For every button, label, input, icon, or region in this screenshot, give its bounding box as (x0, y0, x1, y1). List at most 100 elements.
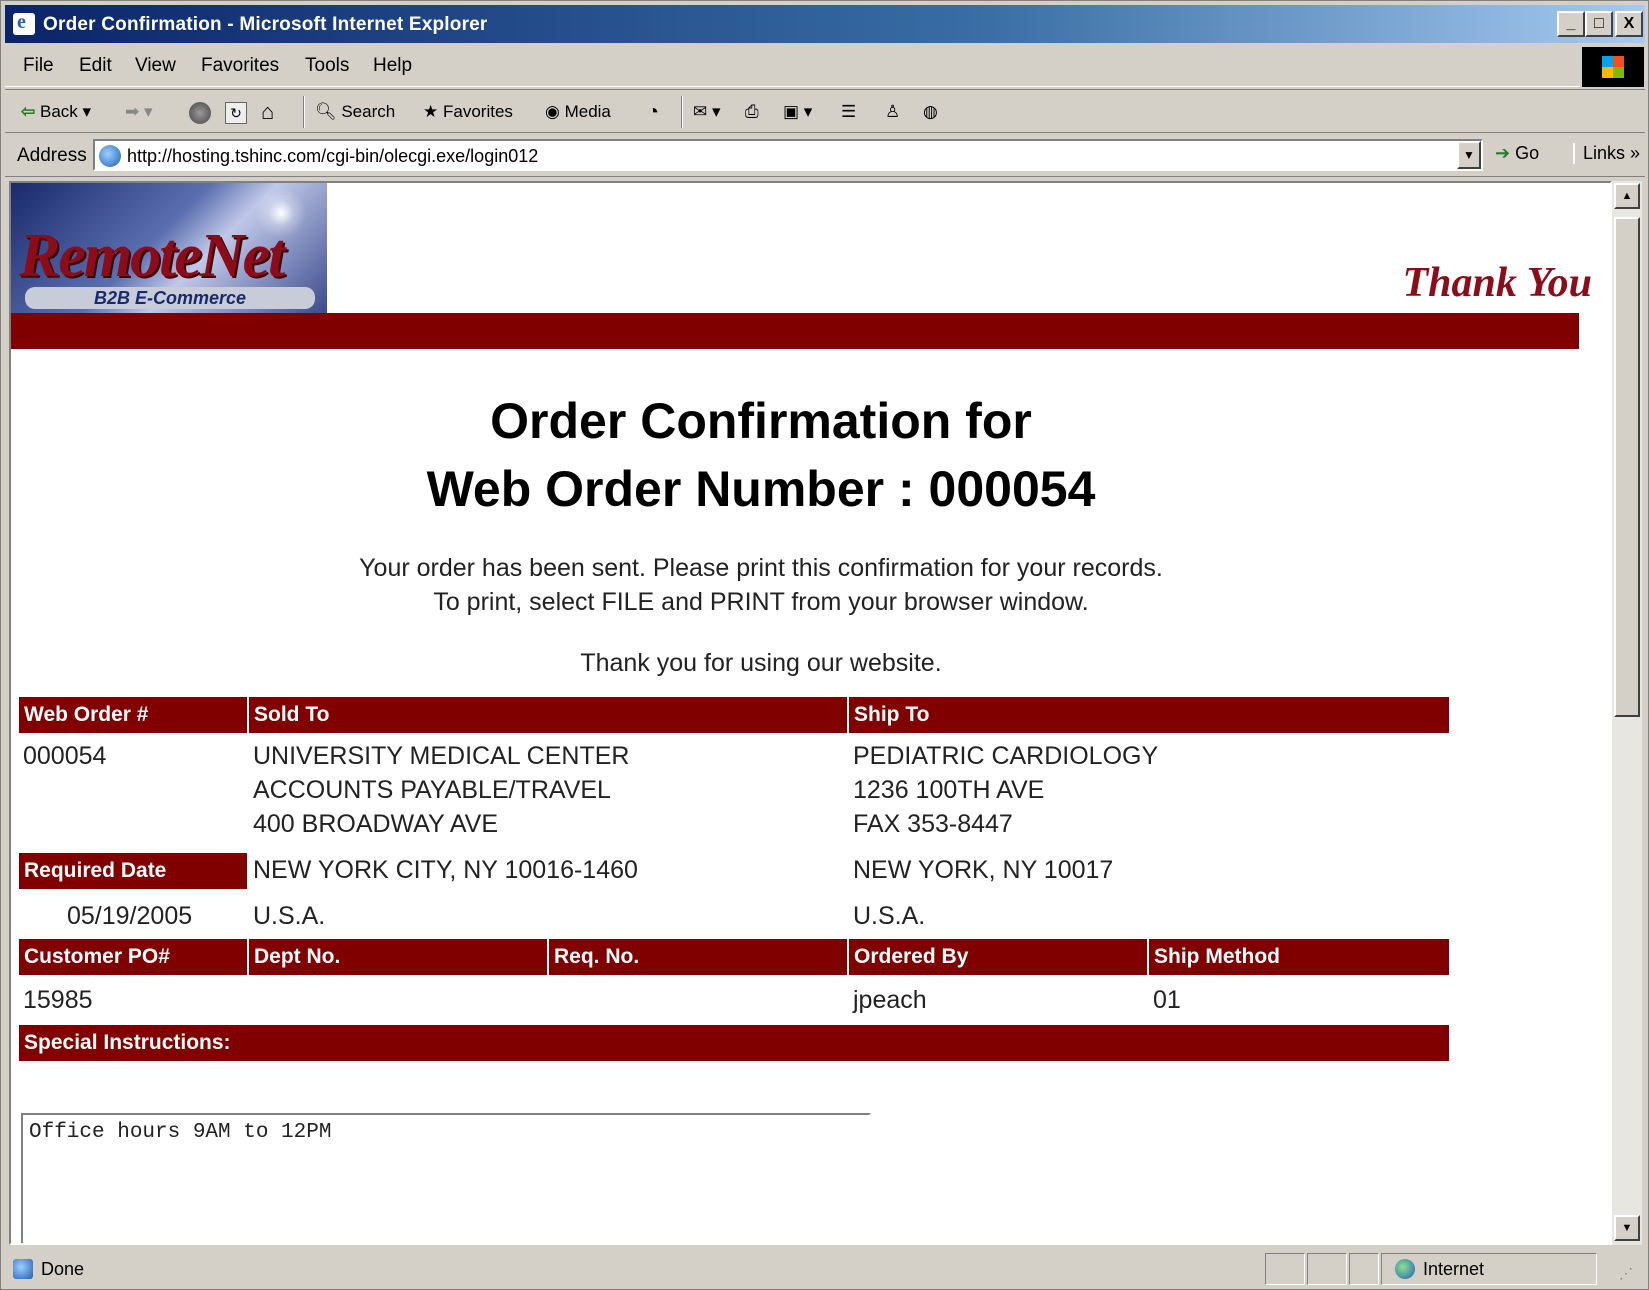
menu-tools[interactable]: Tools (305, 55, 349, 77)
vertical-scrollbar[interactable]: ▲ ▼ (1612, 181, 1642, 1245)
ship-to-line: PEDIATRIC CARDIOLOGY (853, 742, 1159, 770)
req-no-header: Req. No. (549, 939, 847, 975)
discuss-button[interactable]: ☰ (841, 98, 856, 126)
ordered-by-value: jpeach (853, 986, 927, 1014)
message-line-2: To print, select FILE and PRINT from you… (433, 588, 1089, 616)
research-icon: ◍ (923, 102, 938, 121)
ship-to-line: U.S.A. (853, 902, 926, 930)
media-icon: ◉ (545, 102, 560, 121)
stop-button[interactable] (189, 98, 215, 126)
title-bar[interactable]: Order Confirmation - Microsoft Internet … (5, 5, 1645, 43)
title-line-1: Order Confirmation for (490, 393, 1032, 449)
address-url: http://hosting.tshinc.com/cgi-bin/olecgi… (127, 146, 539, 166)
history-button[interactable]: ◔ (647, 98, 659, 126)
sold-to-line: 400 BROADWAY AVE (253, 810, 499, 838)
title-line-2: Web Order Number : 000054 (426, 461, 1096, 517)
favorites-icon: ★ (423, 102, 439, 121)
ship-method-value: 01 (1153, 986, 1181, 1014)
message-line-1: Your order has been sent. Please print t… (359, 554, 1163, 582)
home-icon: ⌂ (261, 99, 275, 124)
special-instructions-textarea[interactable]: Office hours 9AM to 12PM (21, 1113, 871, 1243)
menu-view[interactable]: View (135, 55, 176, 77)
stop-icon (189, 101, 211, 124)
menu-edit[interactable]: Edit (79, 55, 112, 77)
sold-to-line: NEW YORK CITY, NY 10016-1460 (253, 856, 638, 884)
page-content: RemoteNet B2B E-Commerce Thank You Order… (9, 181, 1612, 1245)
menu-favorites[interactable]: Favorites (201, 55, 279, 77)
menu-bar: File Edit View Favorites Tools Help (5, 47, 1580, 87)
favorites-button[interactable]: ★ Favorites (423, 98, 513, 126)
remotenet-logo: RemoteNet B2B E-Commerce (11, 183, 327, 313)
ordered-by-header: Ordered By (849, 939, 1147, 975)
back-button[interactable]: ⇦ Back ▾ (21, 98, 91, 126)
toolbar: ⇦ Back ▾ ➡ ▾ ↻ ⌂ 🔍︎ Search ★ Favorites ◉… (5, 89, 1645, 133)
print-button[interactable]: ⎙ (745, 98, 759, 126)
resize-grip-icon[interactable]: ⋰ (1619, 1265, 1633, 1282)
edit-icon: ▣ ▾ (783, 102, 813, 121)
history-icon: ◔ (647, 101, 660, 123)
research-button[interactable]: ◍ (923, 98, 938, 126)
ship-to-line: 1236 100TH AVE (853, 776, 1045, 804)
logo-text: RemoteNet (19, 222, 285, 290)
mail-icon: ✉ ▾ (693, 102, 721, 121)
scroll-up-arrow-icon[interactable]: ▲ (1614, 183, 1640, 209)
go-arrow-icon: ➔ (1495, 143, 1511, 163)
ship-to-line: FAX 353-8447 (853, 810, 1013, 838)
home-button[interactable]: ⌂ (261, 98, 274, 126)
edit-page-button[interactable]: ▣ ▾ (783, 98, 812, 126)
required-date-value: 05/19/2005 (67, 902, 193, 930)
refresh-button[interactable]: ↻ (225, 98, 251, 126)
address-input[interactable]: http://hosting.tshinc.com/cgi-bin/olecgi… (93, 139, 1483, 171)
go-button[interactable]: ➔ Go (1495, 143, 1539, 164)
internet-zone-icon (1395, 1259, 1415, 1279)
address-dropdown-button[interactable]: ▼ (1457, 141, 1481, 169)
back-arrow-icon: ⇦ (21, 102, 36, 121)
close-button[interactable]: X (1615, 11, 1643, 37)
maximize-button[interactable]: □ (1585, 11, 1613, 37)
customer-po-header: Customer PO# (19, 939, 247, 975)
address-label: Address (17, 145, 87, 166)
scrollbar-thumb[interactable] (1614, 217, 1640, 717)
refresh-icon: ↻ (225, 101, 247, 124)
window-title: Order Confirmation - Microsoft Internet … (43, 14, 488, 35)
status-text: Done (41, 1259, 85, 1279)
web-order-header: Web Order # (19, 697, 247, 733)
sold-to-line: ACCOUNTS PAYABLE/TRAVEL (253, 776, 611, 804)
special-instructions-text: Office hours 9AM to 12PM (29, 1121, 332, 1144)
confirmation-message: Your order has been sent. Please print t… (11, 551, 1511, 619)
sold-to-line: U.S.A. (253, 902, 326, 930)
thanks-message: Thank you for using our website. (580, 649, 942, 677)
browser-window: Order Confirmation - Microsoft Internet … (0, 0, 1649, 1290)
logo-subtitle: B2B E-Commerce (25, 287, 315, 309)
mail-button[interactable]: ✉ ▾ (693, 98, 721, 126)
search-button[interactable]: 🔍︎ Search (315, 98, 395, 126)
messenger-button[interactable]: ♙ (885, 98, 900, 126)
search-icon: 🔍︎ (315, 102, 337, 121)
page-title: Order Confirmation for Web Order Number … (11, 387, 1511, 523)
ship-to-line: NEW YORK, NY 10017 (853, 856, 1114, 884)
print-icon: ⎙ (745, 102, 759, 121)
minimize-button[interactable]: _ (1557, 11, 1585, 37)
menu-file[interactable]: File (23, 55, 54, 77)
web-order-number: 000054 (23, 742, 107, 770)
menu-help[interactable]: Help (373, 55, 412, 77)
sold-to-line: UNIVERSITY MEDICAL CENTER (253, 742, 630, 770)
media-button[interactable]: ◉ Media (545, 98, 611, 126)
banner-bar (11, 313, 1579, 349)
page-done-icon (13, 1259, 33, 1279)
links-button[interactable]: Links » (1573, 143, 1640, 164)
required-date-header: Required Date (19, 853, 247, 889)
dept-no-header: Dept No. (249, 939, 547, 975)
scroll-down-arrow-icon[interactable]: ▼ (1614, 1215, 1640, 1241)
security-zone-label: Internet (1423, 1259, 1485, 1279)
forward-button[interactable]: ➡ ▾ (125, 98, 153, 126)
messenger-icon: ♙ (885, 102, 901, 121)
ship-method-header: Ship Method (1149, 939, 1449, 975)
ie-icon (13, 11, 35, 35)
sold-to-header: Sold To (249, 697, 847, 733)
special-instructions-header: Special Instructions: (19, 1025, 1449, 1061)
thank-you-heading: Thank You (1402, 260, 1592, 306)
customer-po-value: 15985 (23, 986, 93, 1014)
windows-logo-icon (1582, 47, 1644, 87)
discuss-icon: ☰ (841, 102, 857, 121)
